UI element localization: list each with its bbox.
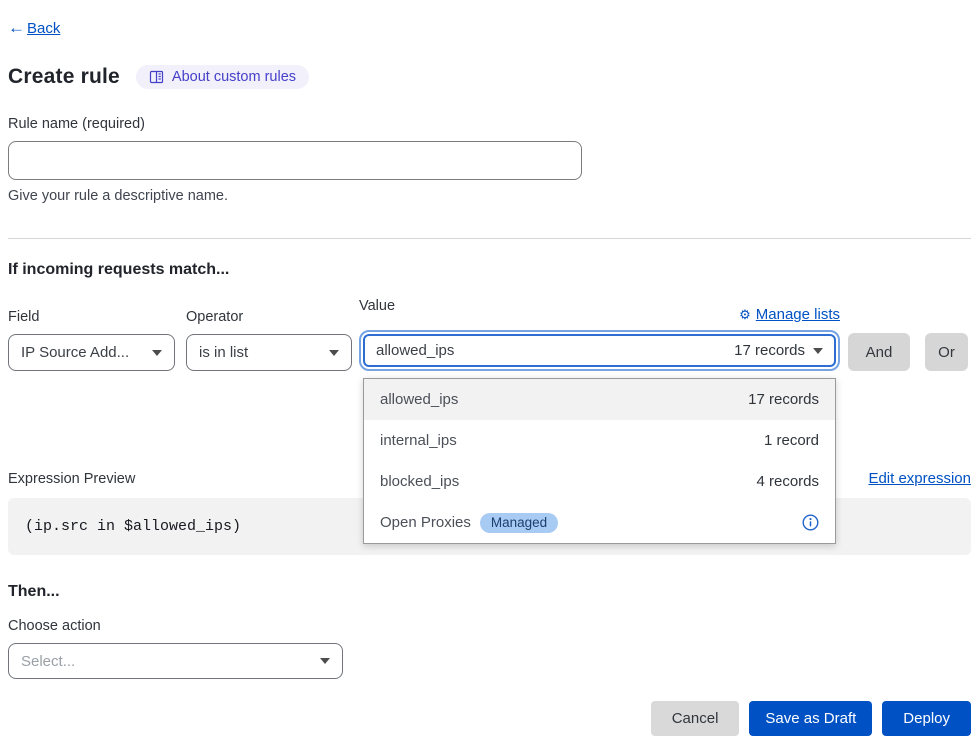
list-item-allowed-ips[interactable]: allowed_ips 17 records xyxy=(364,379,835,420)
book-icon xyxy=(149,70,164,84)
field-label: Field xyxy=(8,309,175,325)
create-rule-page: ←Back Create rule About custom rules Rul… xyxy=(0,0,979,736)
info-icon[interactable] xyxy=(802,514,819,531)
footer-actions: Cancel Save as Draft Deploy xyxy=(8,701,971,736)
rule-name-input[interactable] xyxy=(8,141,582,180)
manage-lists-link[interactable]: ⚙ Manage lists xyxy=(739,306,840,323)
list-item-count: 1 record xyxy=(764,432,819,449)
field-select-value: IP Source Add... xyxy=(21,344,129,361)
choose-action-label: Choose action xyxy=(8,618,971,634)
expression-code: (ip.src in $allowed_ips) xyxy=(25,518,241,535)
managed-badge: Managed xyxy=(480,513,558,533)
match-section-heading: If incoming requests match... xyxy=(8,261,971,279)
value-label: Value xyxy=(359,298,395,314)
rule-name-helper-text: Give your rule a descriptive name. xyxy=(8,188,971,204)
list-item-name: Open Proxies xyxy=(380,514,471,531)
edit-expression-link[interactable]: Edit expression xyxy=(868,470,971,487)
field-select[interactable]: IP Source Add... xyxy=(8,334,175,371)
action-select-placeholder: Select... xyxy=(21,653,75,670)
action-select[interactable]: Select... xyxy=(8,643,343,679)
chevron-down-icon xyxy=(329,350,339,356)
condition-row: Field IP Source Add... Operator is in li… xyxy=(8,298,971,371)
chevron-down-icon xyxy=(152,350,162,356)
expression-preview-label: Expression Preview xyxy=(8,471,135,487)
about-custom-rules-link[interactable]: About custom rules xyxy=(136,65,309,89)
deploy-button[interactable]: Deploy xyxy=(882,701,971,736)
back-link[interactable]: ←Back xyxy=(8,18,60,38)
chevron-down-icon xyxy=(320,658,330,664)
list-item-internal-ips[interactable]: internal_ips 1 record xyxy=(364,420,835,461)
value-header: Value ⚙ Manage lists xyxy=(359,298,840,323)
field-column: Field IP Source Add... xyxy=(8,309,175,371)
list-item-count: 4 records xyxy=(756,473,819,490)
operator-select-value: is in list xyxy=(199,344,248,361)
about-badge-label: About custom rules xyxy=(172,69,296,85)
value-select-selected-count: 17 records xyxy=(734,342,805,359)
page-title: Create rule xyxy=(8,65,120,89)
manage-lists-label: Manage lists xyxy=(756,306,840,323)
operator-column: Operator is in list xyxy=(186,309,352,371)
operator-select[interactable]: is in list xyxy=(186,334,352,371)
and-button[interactable]: And xyxy=(848,333,910,371)
or-button[interactable]: Or xyxy=(925,333,968,371)
gear-icon: ⚙ xyxy=(739,307,751,323)
list-item-blocked-ips[interactable]: blocked_ips 4 records xyxy=(364,461,835,502)
list-item-open-proxies[interactable]: Open Proxies Managed xyxy=(364,502,835,543)
list-item-name: blocked_ips xyxy=(380,473,459,490)
cancel-button[interactable]: Cancel xyxy=(651,701,740,736)
rule-name-label: Rule name (required) xyxy=(8,116,971,132)
list-item-name: internal_ips xyxy=(380,432,457,449)
value-column: Value ⚙ Manage lists allowed_ips 17 reco… xyxy=(359,298,840,371)
list-item-name: allowed_ips xyxy=(380,391,458,408)
then-section-heading: Then... xyxy=(8,583,971,601)
section-divider xyxy=(8,238,971,239)
back-link-label: Back xyxy=(27,20,60,37)
operator-label: Operator xyxy=(186,309,352,325)
value-select-selected-name: allowed_ips xyxy=(376,342,454,359)
title-row: Create rule About custom rules xyxy=(8,65,971,89)
value-select-focus-ring: allowed_ips 17 records xyxy=(359,330,840,371)
save-as-draft-button[interactable]: Save as Draft xyxy=(749,701,872,736)
chevron-down-icon xyxy=(813,348,823,354)
list-item-count: 17 records xyxy=(748,391,819,408)
value-select[interactable]: allowed_ips 17 records xyxy=(363,334,836,367)
back-arrow-icon: ← xyxy=(8,18,25,38)
list-dropdown-panel: allowed_ips 17 records internal_ips 1 re… xyxy=(363,378,836,544)
